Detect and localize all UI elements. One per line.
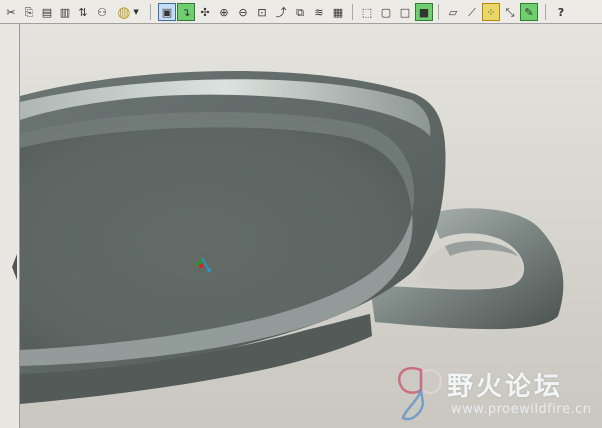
binoculars-icon[interactable]: ⚇ <box>93 3 111 21</box>
collapse-arrow-icon[interactable] <box>12 254 17 280</box>
toolbar-separator <box>545 4 546 20</box>
refit-icon[interactable]: ⊡ <box>253 3 271 21</box>
shading-icon[interactable]: ■ <box>415 3 433 21</box>
datum-planes-icon[interactable]: ▱ <box>444 3 462 21</box>
zoom-out-icon[interactable]: ⊖ <box>234 3 252 21</box>
wireframe-icon[interactable]: ⬚ <box>358 3 376 21</box>
select-filter-icon[interactable]: ◍ ▼ <box>111 3 145 21</box>
zoom-in-icon[interactable]: ⊕ <box>215 3 233 21</box>
orient-icon[interactable]: ✣ <box>196 3 214 21</box>
scissors-icon[interactable]: ✂ <box>2 3 20 21</box>
paste-special-icon[interactable]: ▥ <box>56 3 74 21</box>
watermark-title: 野火论坛 <box>447 372 564 402</box>
context-help-icon[interactable]: ? <box>552 3 570 21</box>
main-toolbar: ✂ ⎘ ▤ ▥ ⇅ ⚇ ◍ ▼ ▣ ↴ ✣ ⊕ ⊖ ⊡ ⤴ ⧉ ≋ ▦ ⬚ ▢ … <box>0 0 602 24</box>
paste-icon[interactable]: ▤ <box>38 3 56 21</box>
watermark-url: www.proewildfire.cn <box>451 402 592 417</box>
coordinate-systems-icon[interactable]: ⤡ <box>501 3 519 21</box>
chevron-down-icon[interactable]: ▼ <box>133 8 138 16</box>
annotations-icon[interactable]: ✎ <box>520 3 538 21</box>
no-hidden-icon[interactable]: □ <box>396 3 414 21</box>
repaint-icon[interactable]: ▣ <box>158 3 176 21</box>
hidden-line-icon[interactable]: ▢ <box>377 3 395 21</box>
navigator-panel[interactable] <box>0 24 20 428</box>
regenerate-icon[interactable]: ⇅ <box>74 3 92 21</box>
copy-icon[interactable]: ⎘ <box>20 3 38 21</box>
toolbar-separator <box>352 4 353 20</box>
toolbar-separator <box>438 4 439 20</box>
butterfly-logo <box>398 367 442 421</box>
view-manager-icon[interactable]: ▦ <box>329 3 347 21</box>
spin-center-icon[interactable]: ↴ <box>177 3 195 21</box>
reorient-icon[interactable]: ⤴ <box>272 3 290 21</box>
toolbar-separator <box>150 4 151 20</box>
select-filter-glyph: ◍ <box>117 2 131 21</box>
site-watermark: 野火论坛 www.proewildfire.cn <box>391 360 602 428</box>
layers-icon[interactable]: ≋ <box>310 3 328 21</box>
datum-points-icon[interactable]: ⁘ <box>482 3 500 21</box>
datum-axes-icon[interactable]: ⟋ <box>463 3 481 21</box>
saved-views-icon[interactable]: ⧉ <box>291 3 309 21</box>
